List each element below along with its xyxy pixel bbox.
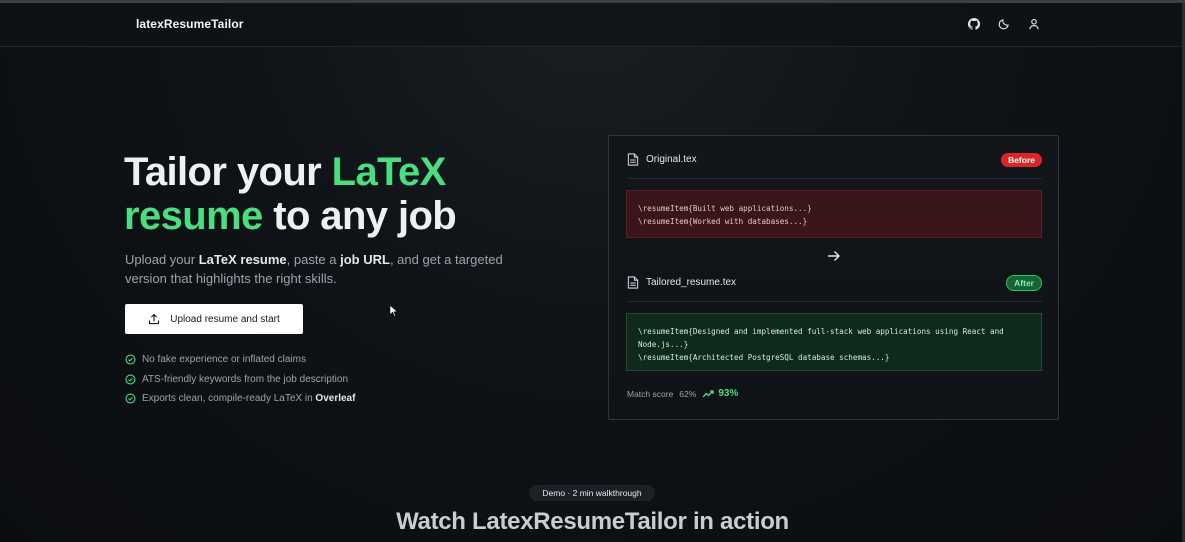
upload-resume-label: Upload resume and start (170, 313, 280, 325)
divider (627, 178, 1042, 179)
original-file-name: Original.tex (646, 154, 697, 165)
moon-icon[interactable] (996, 16, 1012, 32)
after-badge: After (1006, 274, 1042, 291)
original-file-header: Original.tex Before (627, 152, 1042, 167)
github-icon[interactable] (966, 16, 982, 32)
match-score-label: Match score (627, 388, 674, 399)
tailored-code-block: \resumeItem{Designed and implemented ful… (626, 313, 1042, 371)
navbar: latexResumeTailor (0, 3, 1182, 47)
hero-title: Tailor your LaTeX resume to any job (124, 150, 457, 238)
upload-resume-button[interactable]: Upload resume and start (125, 304, 303, 334)
match-score: Match score 62% 93% (627, 388, 738, 399)
list-item: ATS-friendly keywords from the job descr… (125, 370, 355, 390)
hero-subtitle: Upload your LaTeX resume, paste a job UR… (125, 252, 503, 286)
feature-list: No fake experience or inflated claims AT… (125, 350, 355, 409)
check-circle-icon (125, 354, 136, 365)
file-icon (627, 153, 639, 166)
mouse-cursor-icon (389, 304, 398, 317)
before-after-preview-card: Original.tex Before \resumeItem{Built we… (608, 135, 1059, 420)
arrow-right-icon (828, 251, 840, 261)
file-icon (627, 276, 639, 289)
user-icon[interactable] (1026, 16, 1042, 32)
upload-icon (149, 313, 160, 325)
match-score-new: 93% (718, 388, 739, 399)
demo-section-heading: Watch LatexResumeTailor in action (396, 508, 789, 535)
check-circle-icon (125, 374, 136, 385)
divider (627, 301, 1042, 302)
tailored-file-header: Tailored_resume.tex After (627, 274, 1042, 291)
trending-up-icon (702, 390, 714, 398)
brand-logo[interactable]: latexResumeTailor (136, 17, 244, 31)
list-item: No fake experience or inflated claims (125, 350, 355, 370)
original-code-block: \resumeItem{Built web applications...} \… (626, 190, 1042, 238)
check-circle-icon (125, 393, 136, 404)
tailored-file-name: Tailored_resume.tex (646, 277, 737, 288)
demo-badge: Demo · 2 min walkthrough (529, 485, 655, 501)
before-badge: Before (1001, 152, 1042, 167)
list-item: Exports clean, compile-ready LaTeX in Ov… (125, 389, 355, 409)
match-score-old: 62% (679, 388, 697, 399)
